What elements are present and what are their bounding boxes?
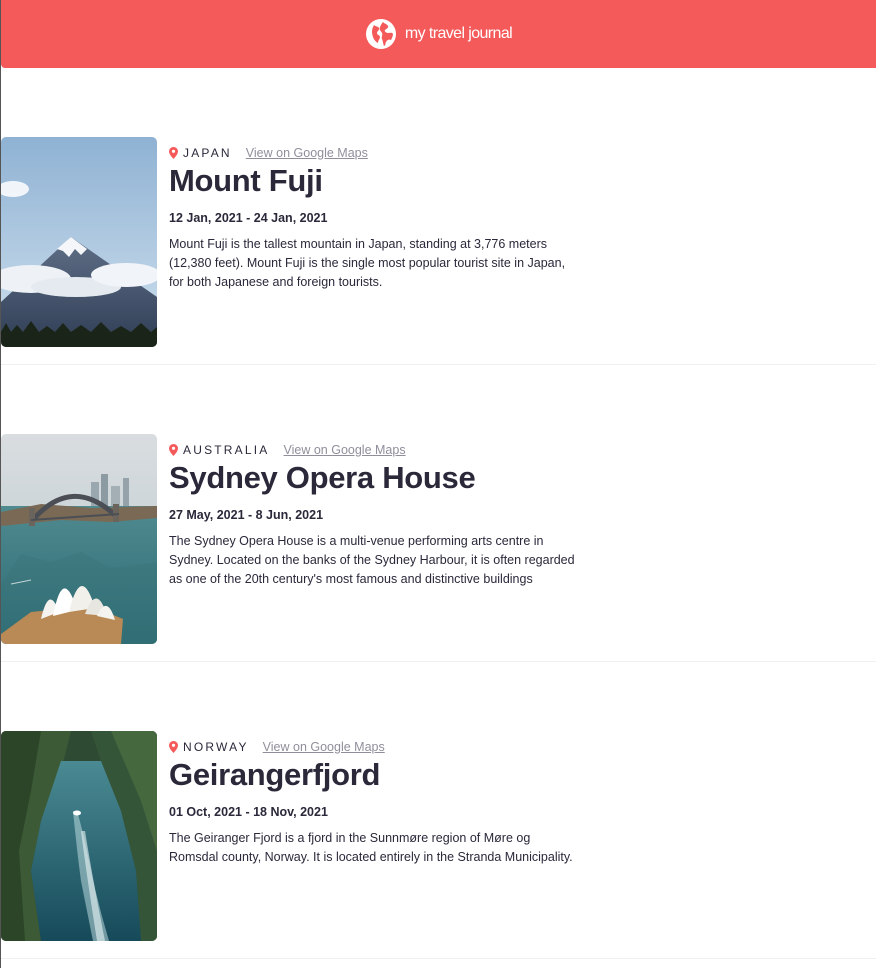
journal-entry-sydney-opera-house: AUSTRALIA View on Google Maps Sydney Ope… <box>1 365 876 662</box>
entry-photo-geirangerfjord <box>1 731 157 941</box>
entry-description: The Geiranger Fjord is a fjord in the Su… <box>169 831 573 864</box>
journal-entry-mount-fuji: JAPAN View on Google Maps Mount Fuji 12 … <box>1 68 876 365</box>
entry-info: AUSTRALIA View on Google Maps Sydney Ope… <box>169 441 579 589</box>
google-maps-link[interactable]: View on Google Maps <box>284 443 406 457</box>
google-maps-link[interactable]: View on Google Maps <box>246 146 368 160</box>
navbar: my travel journal <box>1 0 876 68</box>
location-row: JAPAN View on Google Maps <box>169 144 579 161</box>
entry-dates: 01 Oct, 2021 - 18 Nov, 2021 <box>169 805 328 819</box>
brand-title: my travel journal <box>404 25 513 42</box>
location-row: NORWAY View on Google Maps <box>169 738 579 755</box>
entry-title: Geirangerfjord <box>169 757 381 792</box>
google-maps-link[interactable]: View on Google Maps <box>263 740 385 754</box>
entry-country: JAPAN <box>183 145 232 160</box>
entry-title: Sydney Opera House <box>169 460 476 495</box>
location-row: AUSTRALIA View on Google Maps <box>169 441 579 458</box>
location-pin-icon <box>169 146 178 159</box>
location-pin-icon <box>169 740 178 753</box>
entry-photo-sydney-opera-house <box>1 434 157 644</box>
globe-icon <box>365 19 396 49</box>
entry-dates: 27 May, 2021 - 8 Jun, 2021 <box>169 508 324 522</box>
location-pin-icon <box>169 443 178 456</box>
entry-photo-mount-fuji <box>1 137 157 347</box>
entry-description: Mount Fuji is the tallest mountain in Ja… <box>169 237 566 289</box>
entry-info: NORWAY View on Google Maps Geirangerfjor… <box>169 738 579 867</box>
entry-country: AUSTRALIA <box>183 442 270 457</box>
entry-dates: 12 Jan, 2021 - 24 Jan, 2021 <box>169 211 328 225</box>
entry-title: Mount Fuji <box>169 163 323 198</box>
entries-list: JAPAN View on Google Maps Mount Fuji 12 … <box>1 68 876 959</box>
entry-description: The Sydney Opera House is a multi-venue … <box>169 534 575 586</box>
entry-country: NORWAY <box>183 739 249 754</box>
entry-info: JAPAN View on Google Maps Mount Fuji 12 … <box>169 144 579 292</box>
journal-entry-geirangerfjord: NORWAY View on Google Maps Geirangerfjor… <box>1 662 876 959</box>
